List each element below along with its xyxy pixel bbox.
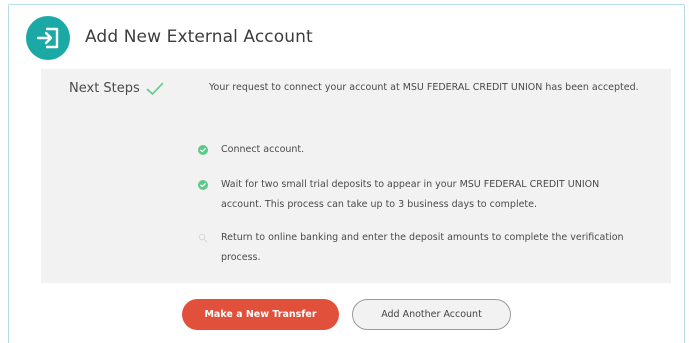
step-text-line: Return to online banking and enter the d… [221, 232, 624, 243]
make-new-transfer-button[interactable]: Make a New Transfer [182, 299, 339, 330]
check-circle-icon [198, 180, 208, 190]
add-another-account-button[interactable]: Add Another Account [352, 299, 511, 330]
request-accepted-message: Your request to connect your account at … [209, 82, 639, 93]
next-steps-heading: Next Steps [69, 81, 164, 96]
page-title: Add New External Account [85, 27, 313, 47]
next-steps-panel: Next Steps Your request to connect your … [41, 69, 671, 283]
checkmark-icon [146, 82, 164, 95]
search-icon [198, 233, 208, 243]
step-text: Connect account. [221, 144, 305, 155]
step-text: Wait for two small trial deposits to app… [221, 175, 651, 215]
step-text-line: process. [221, 252, 261, 263]
step-text-line: account. This process can take up to 3 b… [221, 199, 538, 210]
check-circle-icon [198, 145, 208, 155]
add-account-card: Add New External Account Next Steps Your… [8, 4, 685, 343]
step-text: Return to online banking and enter the d… [221, 228, 651, 268]
sign-in-icon [26, 16, 70, 60]
step-text-line: Wait for two small trial deposits to app… [221, 179, 600, 190]
next-steps-label: Next Steps [69, 81, 140, 96]
